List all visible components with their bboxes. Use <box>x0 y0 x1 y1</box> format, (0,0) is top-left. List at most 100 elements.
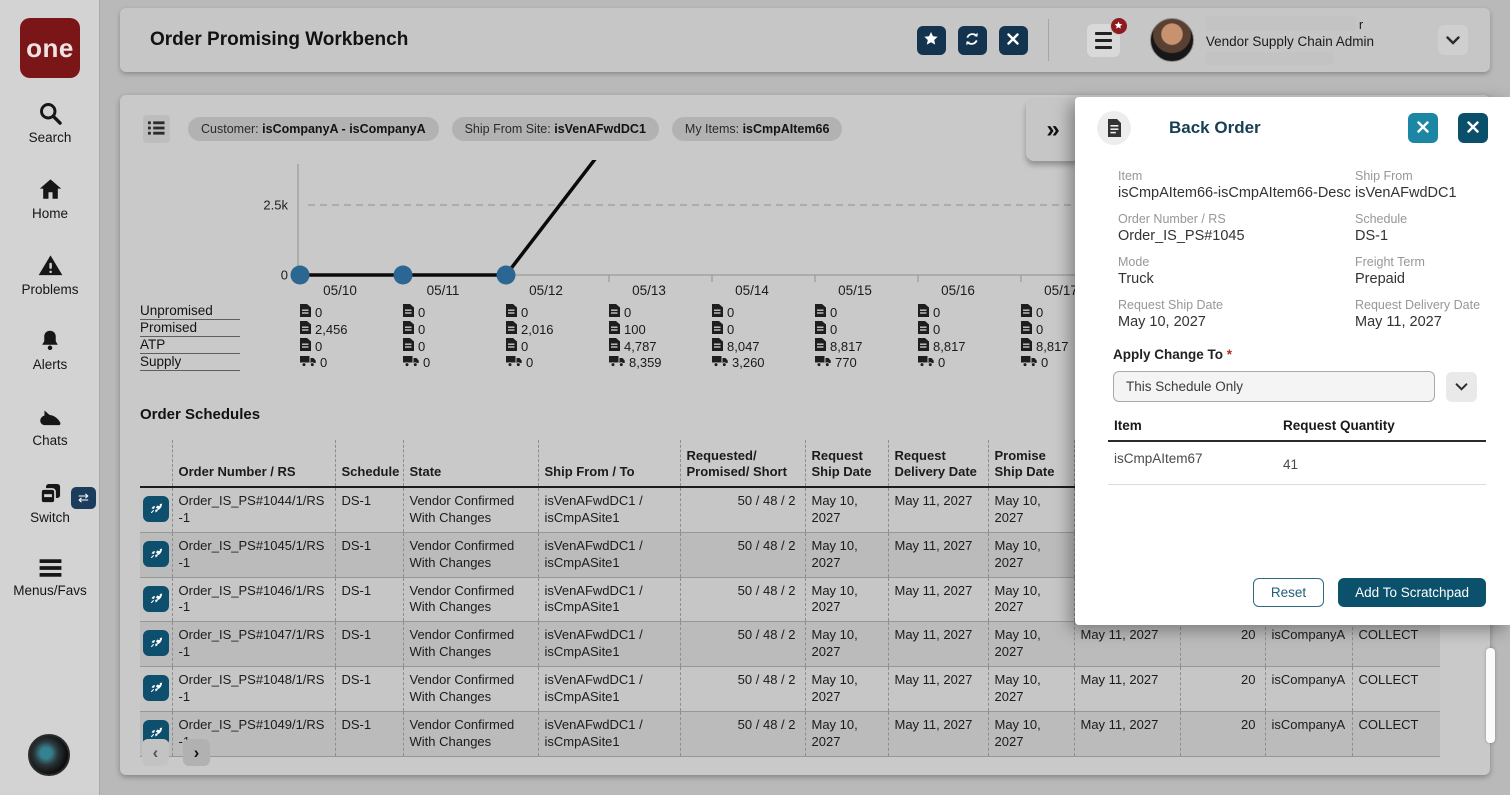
truck-icon <box>506 355 522 370</box>
metric-value: 0 <box>918 355 1021 370</box>
favorite-button[interactable] <box>916 25 946 55</box>
document-icon <box>918 321 929 337</box>
close-icon <box>1007 32 1020 48</box>
request-quantity[interactable]: 41 <box>1283 451 1298 472</box>
sidebar-item-problems[interactable]: Problems <box>0 252 100 297</box>
cell-ship_from_to: isVenAFwdDC1 / isCmpASite1 <box>537 532 680 578</box>
apply-change-input[interactable] <box>1113 371 1435 402</box>
launch-order-button[interactable] <box>143 585 169 612</box>
metric-value: 0 <box>300 355 403 370</box>
cell-request_delivery: May 11, 2027 <box>887 532 988 578</box>
metric-value: 0 <box>300 338 403 354</box>
cell-req_prom_short: 50 / 48 / 2 <box>679 577 805 623</box>
chevron-down-icon <box>1455 379 1468 394</box>
panel-field: Freight Term Prepaid <box>1355 255 1425 287</box>
cell-request_ship: May 10, 2027 <box>804 711 888 757</box>
table-row[interactable]: Order_IS_PS#1049/1/RS-1DS-1Vendor Confir… <box>140 711 1440 757</box>
cell-state: Vendor Confirmed With Changes <box>402 666 538 712</box>
cell-order: Order_IS_PS#1046/1/RS-1 <box>171 577 335 623</box>
cell-customer: isCompanyA <box>1264 666 1352 712</box>
close-all-button[interactable] <box>1458 113 1488 143</box>
sidebar-item-home[interactable]: Home <box>0 176 100 221</box>
refresh-button[interactable] <box>957 25 987 55</box>
cell-freight: COLLECT <box>1351 711 1440 757</box>
document-icon <box>506 321 517 337</box>
document-icon <box>506 304 517 320</box>
metric-value: 0 <box>403 355 506 370</box>
metric-value: 0 <box>815 321 918 337</box>
next-page-button[interactable]: › <box>183 739 210 766</box>
expand-panel-button[interactable]: » <box>1026 99 1080 161</box>
column-header: Schedule <box>334 440 403 488</box>
sidebar-item-menus-favs[interactable]: Menus/Favs <box>0 556 100 598</box>
close-icon <box>1417 120 1429 136</box>
close-panel-button[interactable] <box>1408 113 1438 143</box>
cell-req_prom_short: 50 / 48 / 2 <box>679 621 805 668</box>
data-point-marker <box>496 265 516 285</box>
sidebar-item-search[interactable]: Search <box>0 100 100 145</box>
svg-text:05/11: 05/11 <box>427 283 460 298</box>
switch-arrows-badge[interactable]: ⇄ <box>71 487 96 509</box>
cell-req_prom_short: 50 / 48 / 2 <box>679 532 805 578</box>
cell-state: Vendor Confirmed With Changes <box>402 577 538 623</box>
user-info: r Vendor Supply Chain Admin <box>1205 15 1374 65</box>
sidebar-item-chats[interactable]: Chats <box>0 404 100 448</box>
cell-req_prom_short: 50 / 48 / 2 <box>679 666 805 712</box>
add-to-scratchpad-button[interactable]: Add To Scratchpad <box>1338 578 1486 607</box>
launch-order-button[interactable] <box>143 540 169 567</box>
panel-field: Request Delivery Date May 11, 2027 <box>1355 298 1481 330</box>
metric-value: 0 <box>712 304 815 320</box>
sidebar-item-alerts[interactable]: Alerts <box>0 328 100 372</box>
cell-qty: 20 <box>1179 711 1265 757</box>
svg-text:05/16: 05/16 <box>941 283 975 298</box>
chat-bubble-icon <box>0 404 100 430</box>
notifications-menu-button[interactable] <box>1086 16 1128 57</box>
truck-icon <box>609 355 625 370</box>
document-icon <box>300 304 311 320</box>
metric-value: 0 <box>506 338 609 354</box>
metric-value: 2,456 <box>300 321 403 337</box>
cell-state: Vendor Confirmed With Changes <box>402 532 538 578</box>
metric-value: 100 <box>609 321 712 337</box>
cell-state: Vendor Confirmed With Changes <box>402 711 538 757</box>
cell-schedule: DS-1 <box>334 666 403 712</box>
launch-order-button[interactable] <box>143 630 169 657</box>
column-header: Ship From / To <box>537 440 680 488</box>
filter-chip[interactable]: Customer: isCompanyA - isCompanyA <box>188 117 439 141</box>
launch-order-button[interactable] <box>143 675 169 702</box>
chevron-down-icon <box>1446 33 1460 48</box>
reset-button[interactable]: Reset <box>1252 578 1325 607</box>
document-icon <box>403 338 414 354</box>
filter-chip[interactable]: Ship From Site: isVenAFwdDC1 <box>451 117 659 141</box>
table-row[interactable]: Order_IS_PS#1047/1/RS-1 DS-1 Vendor Confir… <box>140 621 1440 668</box>
back-order-panel: Back Order Item isCmpAItem66-isCmpAItem66… <box>1075 97 1510 625</box>
cell-request_ship: May 10, 2027 <box>804 532 888 578</box>
apply-change-dropdown-button[interactable] <box>1446 371 1477 402</box>
cell-request_ship: May 10, 2027 <box>804 577 888 623</box>
filter-chip[interactable]: My Items: isCmpAItem66 <box>671 117 843 141</box>
assistant-avatar[interactable] <box>28 734 70 776</box>
metric-value: 0 <box>712 321 815 337</box>
metric-value: 8,817 <box>918 338 1021 354</box>
user-role: Vendor Supply Chain Admin <box>1205 33 1374 49</box>
column-header: Promise Ship Date <box>987 440 1074 488</box>
table-scrollbar[interactable] <box>1486 648 1495 743</box>
cell-promise_ship: May 10, 2027 <box>987 532 1074 578</box>
warning-triangle-icon <box>0 252 100 279</box>
cell-order: Order_IS_PS#1044/1/RS-1 <box>171 487 335 533</box>
bell-icon <box>0 328 100 354</box>
cell-ship_from_to: isVenAFwdDC1 / isCmpASite1 <box>537 711 680 757</box>
rocket-icon <box>149 500 164 518</box>
apply-change-section: Apply Change To * <box>1075 330 1510 402</box>
list-icon <box>148 120 165 139</box>
cell-promise_delivery: May 11, 2027 <box>1073 666 1180 712</box>
launch-order-button[interactable] <box>143 496 169 522</box>
truck-icon <box>1021 355 1037 370</box>
filter-list-button[interactable] <box>143 115 170 143</box>
user-avatar[interactable] <box>1149 18 1194 62</box>
user-menu-button[interactable] <box>1438 25 1468 55</box>
close-workbench-button[interactable] <box>998 25 1028 55</box>
table-row[interactable]: Order_IS_PS#1048/1/RS-1 DS-1 Vendor Confir… <box>140 666 1440 712</box>
previous-page-button[interactable]: ‹ <box>142 739 169 766</box>
panel-item-row: isCmpAItem67 41 <box>1108 442 1486 485</box>
